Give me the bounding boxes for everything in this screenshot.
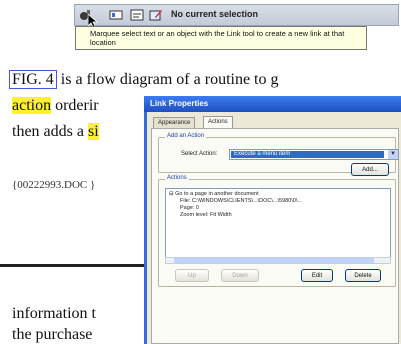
actions-panel: Add an Action Select Action: Execute a m… (151, 128, 399, 344)
tree-root-label: Go to a page in another document (175, 191, 259, 197)
doc-text: then adds a (12, 123, 88, 140)
dialog-body: Appearance Actions Add an Action Select … (147, 112, 401, 344)
link-fig4[interactable]: FIG. 4 (9, 70, 57, 89)
select-action-label: Select Action: (181, 151, 218, 157)
toolbar-status: No current selection (171, 9, 259, 19)
doc-line-3: then adds a si (12, 123, 99, 141)
link-tool-tooltip: Marquee select text or an object with th… (75, 26, 367, 50)
select-action-dropdown[interactable]: Execute a menu item ▼ (229, 149, 399, 160)
doc-text: orderir (51, 97, 99, 114)
tree-page-item: Page: 0 (180, 205, 199, 211)
collapse-icon[interactable]: ⊟ (169, 191, 174, 197)
rectangle-link-icon[interactable] (109, 8, 123, 22)
move-up-button[interactable]: Up (175, 269, 209, 282)
page-divider (0, 264, 160, 267)
delete-action-button[interactable]: Delete (345, 269, 381, 282)
tree-file-item: File: C:\WINDOWS\CLIENTS\...\DOC\...\598… (180, 198, 302, 204)
actions-group: Actions ⊟ Go to a page in another docume… (158, 175, 396, 287)
doc-line-1: FIG. 4 is a flow diagram of a routine to… (9, 70, 279, 89)
form-field-icon[interactable] (130, 8, 144, 22)
add-action-button[interactable]: Add... (351, 163, 389, 176)
doc-text: is a flow diagram of a routine to g (56, 71, 279, 88)
horizontal-scrollbar[interactable] (165, 257, 391, 264)
doc-line-4: information t (12, 305, 96, 322)
select-action-value: Execute a menu item (231, 151, 384, 158)
link-properties-dialog: Link Properties Appearance Actions Add a… (144, 96, 401, 344)
doc-reference: {00222993.DOC } (12, 179, 96, 191)
actions-group-label: Actions (165, 175, 189, 181)
tree-root-item[interactable]: ⊟ Go to a page in another document (166, 189, 390, 198)
link-toolbar: No current selection (74, 4, 399, 26)
edit-action-button[interactable]: Edit (301, 269, 333, 282)
add-action-group: Add an Action Select Action: Execute a m… (158, 133, 399, 176)
add-action-group-label: Add an Action (165, 133, 207, 139)
chevron-down-icon[interactable]: ▼ (388, 150, 398, 159)
actions-tree[interactable]: ⊟ Go to a page in another document File:… (165, 188, 391, 258)
tree-zoom-item: Zoom level: Fit Width (180, 212, 232, 218)
scrollbar-thumb[interactable] (174, 258, 374, 263)
doc-line-5: the purchase (12, 326, 93, 343)
edit-link-icon[interactable] (149, 8, 163, 22)
highlight-si: si (87, 123, 99, 140)
dialog-title: Link Properties (144, 96, 401, 112)
move-down-button[interactable]: Down (221, 269, 259, 282)
doc-line-2: action orderir (12, 97, 99, 115)
highlight-action: action (12, 97, 52, 114)
